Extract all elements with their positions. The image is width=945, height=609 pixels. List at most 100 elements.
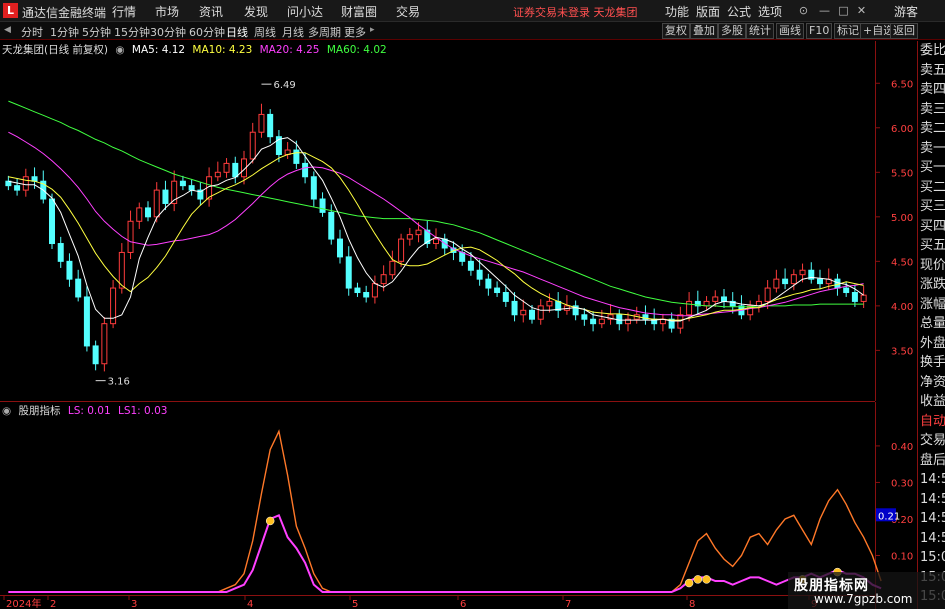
candle-down	[83, 296, 90, 347]
main-legend: 天龙集团(日线 前复权) ◉ MA5: 4.12 MA10: 4.23 MA20…	[2, 42, 391, 57]
quote-item: 总量	[920, 316, 945, 331]
candle-up	[101, 323, 108, 365]
title-bar: L 通达信金融终端 行情 市场 资讯 发现 问小达 财富圈 交易 证券交易未登录…	[0, 0, 945, 22]
period-fenshi[interactable]: 分时	[21, 24, 43, 40]
candle-down	[92, 345, 99, 365]
menu-wenxiaoda[interactable]: 问小达	[287, 3, 323, 20]
menu-xuanxiang[interactable]: 选项	[758, 3, 782, 20]
period-1min[interactable]: 1分钟	[50, 24, 79, 40]
candle-up	[860, 294, 867, 302]
btn-fanhui[interactable]: 返回	[890, 23, 918, 39]
candle-up	[380, 274, 387, 285]
candle-up	[371, 283, 378, 298]
sub-tick-label: 0.30	[891, 478, 913, 489]
signal-dot	[693, 575, 703, 584]
more-arrow-icon[interactable]: ▸	[370, 25, 375, 35]
candle-up	[686, 300, 693, 316]
candle-down	[232, 162, 239, 178]
menu-banmian[interactable]: 版面	[696, 3, 720, 20]
candle-up	[712, 296, 719, 302]
period-15min[interactable]: 15分钟	[114, 24, 150, 40]
ls1-line	[8, 429, 882, 593]
legend-ma20: MA20: 4.25	[259, 44, 320, 56]
period-monthly[interactable]: 月线	[282, 24, 304, 40]
toolbar-left-arrow-icon[interactable]: ◀	[4, 25, 11, 35]
candle-up	[406, 234, 413, 240]
period-more[interactable]: 更多	[344, 24, 366, 40]
minimize-icon[interactable]: —	[818, 4, 831, 17]
candle-up	[546, 300, 553, 307]
kline-svg[interactable]: 6.50 6.00 5.50 5.00 4.50 4.00 3.50 6.49 3.16	[0, 41, 917, 401]
quote-item: 卖一	[920, 140, 945, 156]
quote-item: 14:57	[920, 530, 945, 546]
menu-zixun[interactable]: 资讯	[199, 3, 223, 20]
quote-item: 买二	[920, 179, 945, 195]
signal-dot	[684, 578, 694, 588]
login-notice[interactable]: 证券交易未登录 天龙集团	[513, 4, 638, 20]
quote-item: 盘后	[920, 452, 945, 468]
btn-fuquan[interactable]: 复权	[662, 23, 690, 39]
legend-ma60: MA60: 4.02	[326, 44, 387, 56]
menu-gongneng[interactable]: 功能	[665, 3, 689, 20]
candle-down	[328, 211, 335, 240]
quote-item: 涨幅	[920, 296, 945, 312]
kline-panel[interactable]: 6.50 6.00 5.50 5.00 4.50 4.00 3.50 6.49 3.16 天龙集…	[0, 41, 913, 401]
quote-item: 外盘	[920, 335, 945, 351]
period-weekly[interactable]: 周线	[254, 24, 276, 40]
quote-item: 买五	[920, 238, 945, 253]
candle-down	[49, 198, 55, 245]
date-tick-label: 4	[247, 599, 253, 609]
user-guest[interactable]: 游客	[894, 3, 918, 20]
close-icon[interactable]: ✕	[855, 4, 868, 17]
menu-hangqing[interactable]: 行情	[112, 3, 136, 20]
menu-caifuquan[interactable]: 财富圈	[341, 3, 377, 20]
menu-gongshi[interactable]: 公式	[727, 3, 751, 20]
candle-down	[529, 309, 535, 320]
quote-item: 卖三	[920, 101, 945, 117]
candle-up	[398, 238, 405, 262]
app-logo-icon: L	[3, 3, 18, 18]
ma20-line	[8, 131, 864, 317]
legend-gear-icon[interactable]: ◉	[115, 44, 124, 56]
btn-huaxian[interactable]: 画线	[776, 23, 804, 39]
candle-down	[319, 198, 326, 213]
help-icon[interactable]: ⊙	[797, 4, 810, 17]
candle-down	[363, 292, 370, 298]
period-30min[interactable]: 30分钟	[150, 24, 186, 40]
watermark: 股朋指标网 www.7gpzb.com	[788, 572, 945, 609]
candle-up	[136, 207, 143, 222]
candle-up	[249, 131, 256, 160]
candle-down	[485, 278, 492, 289]
btn-f10[interactable]: F10	[806, 23, 833, 39]
date-tick-label: 3	[131, 599, 137, 609]
candle-down	[354, 287, 361, 294]
btn-diejia[interactable]: 叠加	[690, 23, 718, 39]
btn-tongji[interactable]: 统计	[746, 23, 774, 39]
menu-shichang[interactable]: 市场	[155, 3, 179, 20]
indicator-gear-icon[interactable]: ◉	[2, 405, 11, 417]
maximize-icon[interactable]: □	[837, 4, 850, 17]
candle-down	[145, 207, 151, 218]
quote-item: 14:56	[920, 491, 945, 507]
period-60min[interactable]: 60分钟	[189, 24, 225, 40]
candle-down	[66, 260, 73, 280]
period-daily[interactable]: 日线	[226, 24, 248, 40]
btn-biaoji-icon[interactable]: 标记	[834, 23, 862, 39]
candle-up	[415, 229, 422, 236]
candle-down	[345, 256, 352, 289]
price-tick-label: 4.50	[891, 257, 913, 268]
menu-faxian[interactable]: 发现	[244, 3, 268, 20]
menu-jiaoyi[interactable]: 交易	[396, 3, 420, 20]
quote-item: 卖四	[920, 82, 945, 97]
watermark-line2: www.7gpzb.com	[814, 592, 913, 606]
candle-down	[162, 189, 169, 204]
price-tick-label: 5.00	[891, 213, 913, 224]
indicator-panel[interactable]: 0.400.300.200.100.212024年23456789 ◉ 股朋指标…	[0, 401, 913, 609]
period-multi[interactable]: 多周期	[308, 24, 341, 40]
indicator-svg[interactable]: 0.400.300.200.100.212024年23456789	[0, 402, 917, 609]
quote-item: 交易	[920, 433, 945, 448]
period-toolbar: ◀ 分时 1分钟 5分钟 15分钟 30分钟 60分钟 日线 周线 月线 多周期…	[0, 22, 945, 40]
candle-down	[476, 269, 483, 280]
btn-duogu[interactable]: 多股	[718, 23, 746, 39]
period-5min[interactable]: 5分钟	[82, 24, 111, 40]
